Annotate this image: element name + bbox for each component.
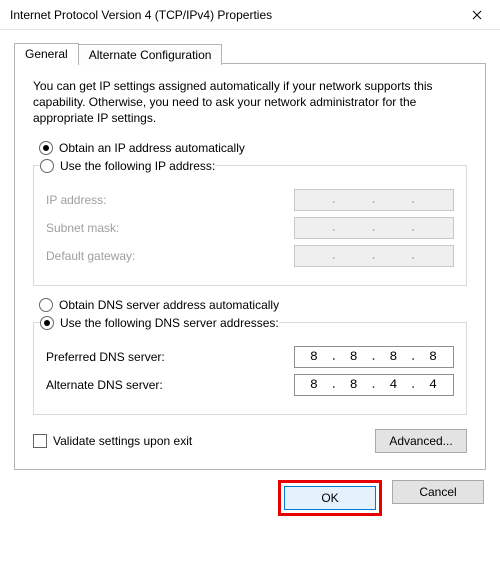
ip-manual-option[interactable]: Use the following IP address: [40,159,215,173]
ip-manual-label: Use the following IP address: [60,159,215,173]
dns-auto-option[interactable]: Obtain DNS server address automatically [39,298,467,312]
radio-icon [40,159,54,173]
ok-button[interactable]: OK [284,486,376,510]
tab-strip: General Alternate Configuration [14,42,486,63]
validate-settings-option[interactable]: Validate settings upon exit [33,434,192,448]
dialog-button-row: OK Cancel [14,480,486,516]
window-title: Internet Protocol Version 4 (TCP/IPv4) P… [10,8,272,22]
default-gateway-label: Default gateway: [46,249,135,263]
titlebar: Internet Protocol Version 4 (TCP/IPv4) P… [0,0,500,30]
tab-panel-general: You can get IP settings assigned automat… [14,63,486,470]
ip-auto-label: Obtain an IP address automatically [59,141,245,155]
ip-address-input: . . . [294,189,454,211]
close-icon [472,10,482,20]
alternate-dns-label: Alternate DNS server: [46,378,163,392]
preferred-dns-input[interactable]: 8. 8. 8. 8 [294,346,454,368]
dns-manual-group: Use the following DNS server addresses: … [33,316,467,415]
ok-highlight: OK [278,480,382,516]
subnet-mask-input: . . . [294,217,454,239]
dialog-content: General Alternate Configuration You can … [0,30,500,530]
tab-alternate[interactable]: Alternate Configuration [78,44,223,65]
checkbox-icon [33,434,47,448]
default-gateway-input: . . . [294,245,454,267]
validate-settings-label: Validate settings upon exit [53,434,192,448]
preferred-dns-label: Preferred DNS server: [46,350,165,364]
ip-manual-group: Use the following IP address: IP address… [33,159,467,286]
dns-manual-option[interactable]: Use the following DNS server addresses: [40,316,279,330]
ip-auto-option[interactable]: Obtain an IP address automatically [39,141,467,155]
cancel-button[interactable]: Cancel [392,480,484,504]
ip-address-label: IP address: [46,193,106,207]
alternate-dns-input[interactable]: 8. 8. 4. 4 [294,374,454,396]
dns-auto-label: Obtain DNS server address automatically [59,298,279,312]
radio-icon [40,316,54,330]
tab-general[interactable]: General [14,43,79,64]
advanced-button[interactable]: Advanced... [375,429,467,453]
close-button[interactable] [454,0,500,30]
radio-icon [39,298,53,312]
radio-icon [39,141,53,155]
dns-manual-label: Use the following DNS server addresses: [60,316,279,330]
description-text: You can get IP settings assigned automat… [33,78,467,127]
subnet-mask-label: Subnet mask: [46,221,119,235]
